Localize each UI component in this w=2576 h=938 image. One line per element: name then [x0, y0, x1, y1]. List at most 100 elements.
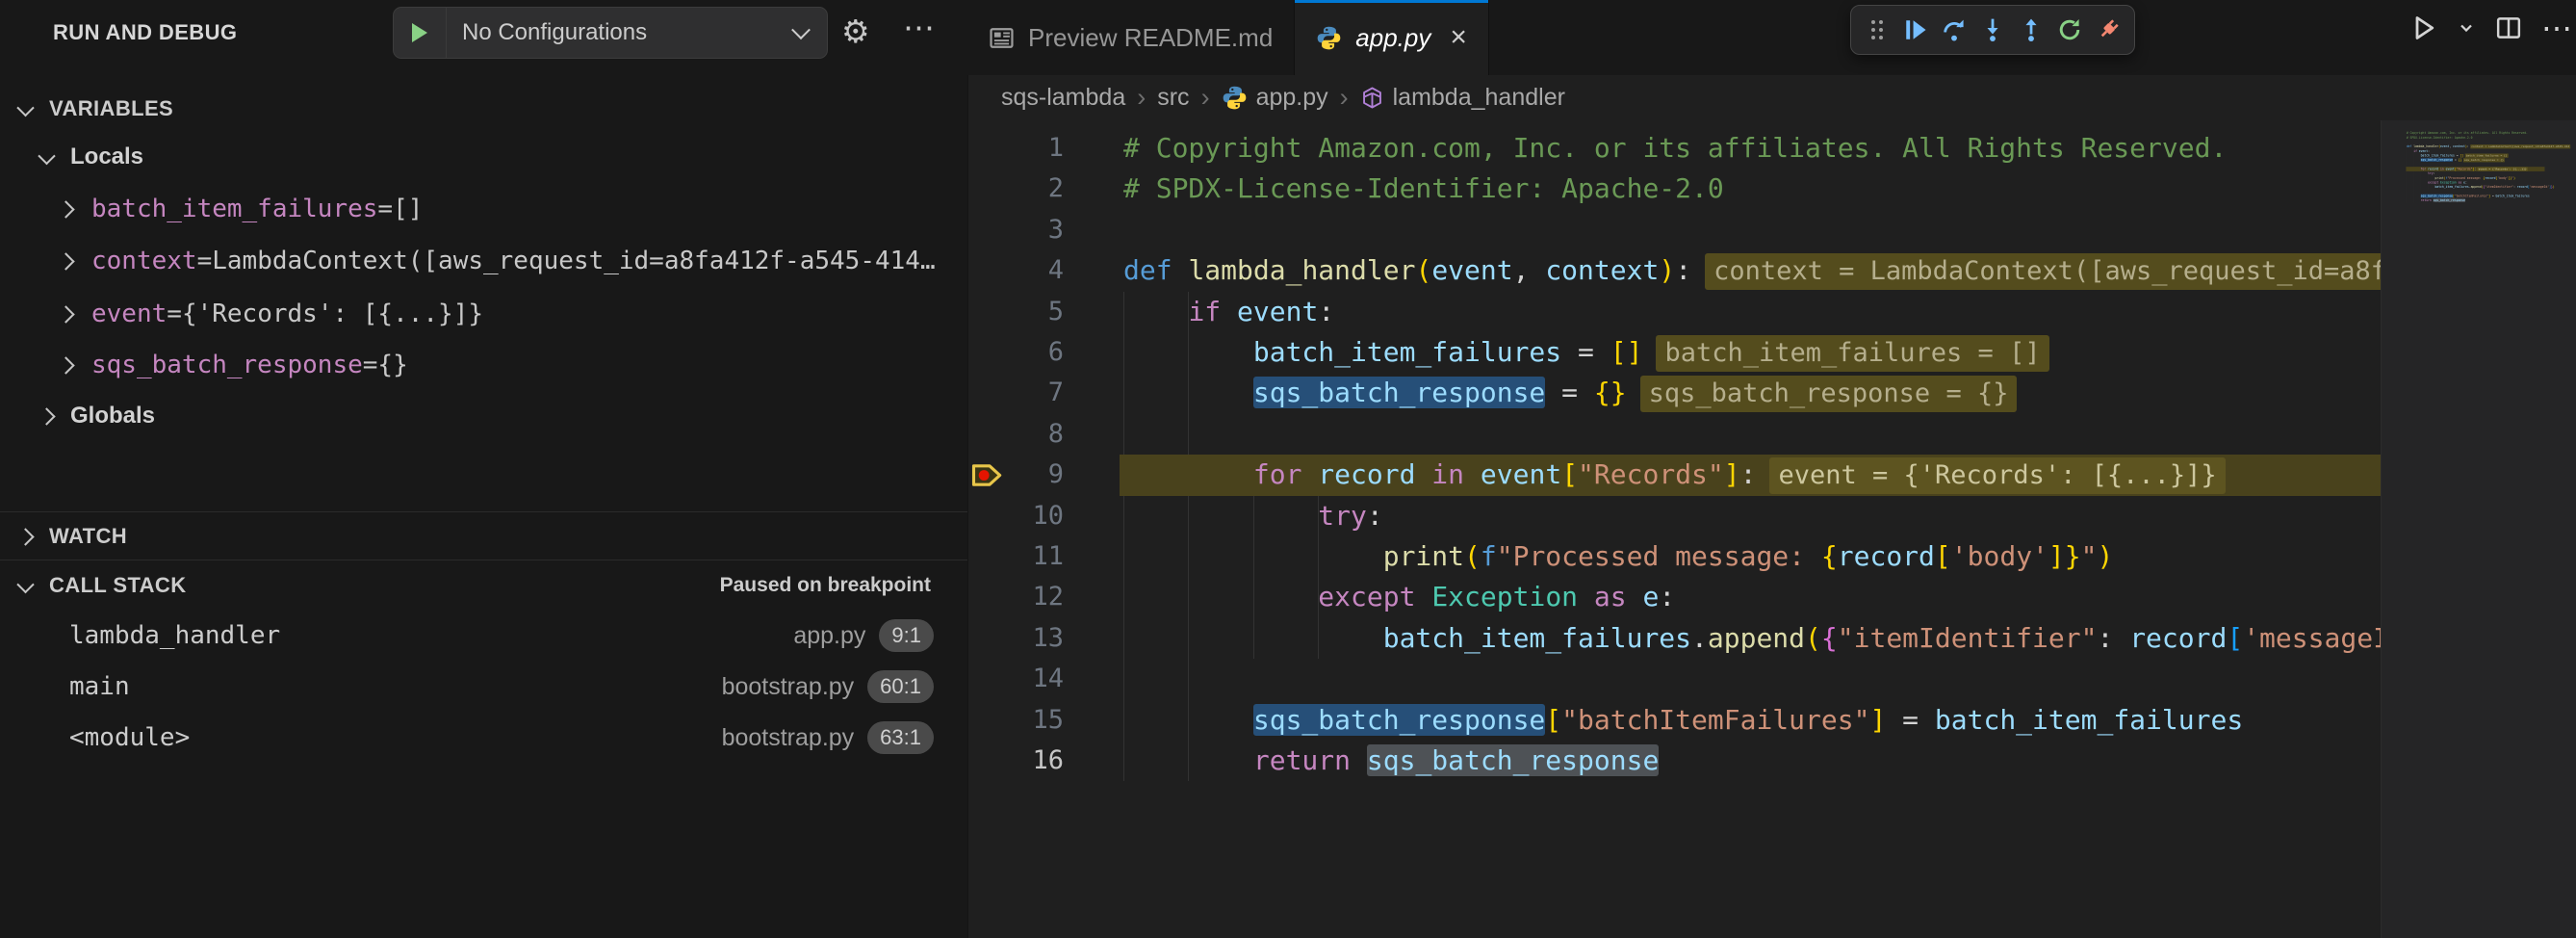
watch-section-header[interactable]: WATCH — [0, 515, 967, 558]
locals-group-header[interactable]: Locals — [0, 136, 967, 178]
breakpoint-current-line-icon[interactable] — [969, 459, 1010, 496]
code-token: in — [2438, 168, 2445, 171]
line-number[interactable]: 13 — [967, 618, 1064, 659]
code-token: 'messageId' — [2530, 185, 2549, 189]
gear-icon[interactable]: ⚙ — [841, 15, 870, 47]
frame-name: <module> — [69, 723, 190, 752]
chevron-right-icon — [57, 356, 74, 374]
code-token: f — [1481, 540, 1497, 572]
line-number[interactable]: 1 — [967, 128, 1064, 169]
code-token: [ — [1935, 540, 1951, 572]
line-number[interactable]: 8 — [967, 414, 1064, 455]
editor-gutter[interactable]: 12345678910111213141516 — [967, 128, 1123, 793]
line-number[interactable]: 12 — [967, 577, 1064, 617]
line-number[interactable]: 16 — [967, 741, 1064, 781]
continue-button[interactable] — [1897, 12, 1934, 48]
line-number[interactable]: 11 — [967, 536, 1064, 577]
globals-group-header[interactable]: Globals — [0, 395, 967, 437]
frame-name: lambda_handler — [69, 621, 280, 650]
code-token — [2407, 185, 2435, 189]
line-number[interactable]: 5 — [967, 292, 1064, 332]
step-over-button[interactable] — [1936, 12, 1972, 48]
variable-value: {'Records': [{...}]} — [182, 300, 483, 328]
call-stack-frame[interactable]: <module> bootstrap.py63:1 — [0, 717, 967, 759]
code-content: # Copyright Amazon.com, Inc. or its affi… — [2389, 131, 2569, 204]
close-icon[interactable]: × — [1450, 21, 1467, 54]
minimap[interactable]: # Copyright Amazon.com, Inc. or its affi… — [2381, 120, 2576, 938]
call-stack-frame[interactable]: mainbootstrap.py60:1 — [0, 665, 967, 708]
line-number[interactable]: 2 — [967, 169, 1064, 209]
editor-actions: ⋯ — [2410, 0, 2572, 56]
code-token: "itemIdentifier" — [2485, 185, 2513, 189]
variables-section-header[interactable]: VARIABLES — [0, 88, 967, 130]
code-token: as — [1578, 581, 1642, 612]
start-debug-button[interactable] — [394, 8, 447, 58]
line-number[interactable]: 7 — [967, 373, 1064, 413]
code-token: record — [1318, 458, 1415, 490]
call-stack-frame[interactable]: lambda_handlerapp.py9:1 — [0, 614, 967, 657]
breadcrumb-item-sqs-lambda[interactable]: sqs-lambda — [1001, 84, 1125, 112]
markdown-preview-icon — [989, 25, 1015, 51]
globals-label: Globals — [70, 403, 155, 430]
code-token: ( — [1805, 622, 1821, 654]
split-editor-button[interactable] — [2495, 14, 2522, 41]
call-stack-header-label: CALL STACK — [49, 573, 187, 598]
code-token — [1123, 336, 1253, 368]
more-actions-button[interactable]: ⋯ — [2541, 13, 2572, 43]
frame-name: main — [69, 672, 130, 701]
line-number[interactable]: 15 — [967, 700, 1064, 741]
code-line: sqs_batch_response["batchItemFailures"] … — [967, 700, 2243, 741]
tab-preview-readme-md[interactable]: Preview README.md — [967, 0, 1295, 75]
code-token: ( — [1464, 540, 1481, 572]
call-stack-section-header[interactable]: CALL STACK Paused on breakpoint — [0, 564, 967, 607]
line-number[interactable]: 14 — [967, 659, 1064, 699]
line-number[interactable]: 6 — [967, 332, 1064, 373]
step-out-icon — [2019, 17, 2044, 42]
code-token: lambda_handler — [2413, 144, 2438, 148]
code-token — [1123, 744, 1253, 776]
chevron-down-icon — [791, 20, 811, 39]
code-token: {} — [2459, 158, 2462, 162]
breadcrumb-item-lambda-handler[interactable]: lambda_handler — [1360, 84, 1565, 112]
sidebar-title: RUN AND DEBUG — [53, 20, 237, 45]
variable-row-context[interactable]: context = LambdaContext([aws_request_id=… — [0, 240, 967, 282]
code-token: event — [2446, 168, 2455, 171]
code-token: # Copyright Amazon.com, Inc. or its affi… — [2407, 131, 2528, 135]
code-token: ) — [2098, 540, 2114, 572]
code-token: "Processed message: — [2447, 176, 2483, 180]
disconnect-button[interactable] — [2090, 12, 2126, 48]
debug-config-picker[interactable]: No Configurations — [393, 7, 828, 59]
breadcrumb-item-src[interactable]: src — [1157, 84, 1189, 112]
paused-status-badge: Paused on breakpoint — [720, 574, 931, 597]
variable-row-event[interactable]: event = {'Records': [{...}]} — [0, 293, 967, 335]
line-number[interactable]: 3 — [967, 210, 1064, 250]
code-token: "Processed message: — [1497, 540, 1821, 572]
code-token: batch_item_failures — [2421, 154, 2455, 158]
frame-location: bootstrap.py63:1 — [722, 721, 934, 754]
step-out-button[interactable] — [2013, 12, 2049, 48]
variable-row-sqs_batch_response[interactable]: sqs_batch_response = {} — [0, 344, 967, 386]
code-token: " — [2081, 540, 2098, 572]
word-occurrence-highlight: sqs_batch_response — [2421, 158, 2453, 162]
variable-row-batch_item_failures[interactable]: batch_item_failures = [] — [0, 188, 967, 230]
more-actions-icon[interactable]: ⋯ — [903, 12, 935, 43]
step-into-icon — [1980, 17, 2005, 42]
code-line: sqs_batch_response = {}sqs_batch_respons… — [967, 373, 2017, 413]
variable-value: {} — [377, 351, 407, 379]
restart-button[interactable] — [2051, 12, 2088, 48]
breadcrumb-item-app-py[interactable]: app.py — [1222, 84, 1328, 112]
code-token: lambda_handler — [1188, 254, 1415, 286]
line-number[interactable]: 4 — [967, 250, 1064, 291]
code-token — [1123, 622, 1383, 654]
run-dropdown-chevron-button[interactable] — [2457, 18, 2476, 38]
line-number[interactable]: 10 — [967, 496, 1064, 536]
breadcrumb-separator: › — [1201, 83, 1210, 113]
tab-app-py[interactable]: app.py× — [1295, 0, 1489, 75]
code-editor[interactable]: # Copyright Amazon.com, Inc. or its affi… — [967, 120, 2381, 938]
code-token: : — [1740, 458, 1757, 490]
chevron-right-icon — [38, 407, 55, 425]
run-dropdown-chevron-icon — [2457, 18, 2476, 38]
code-token: event — [1481, 458, 1561, 490]
step-into-button[interactable] — [1974, 12, 2011, 48]
run-button[interactable] — [2410, 14, 2437, 41]
